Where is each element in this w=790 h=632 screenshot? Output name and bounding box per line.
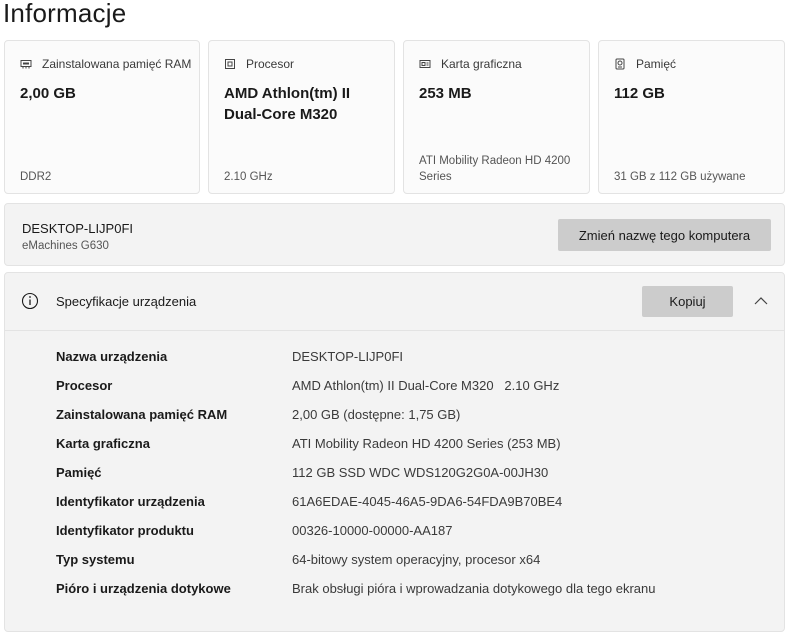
ram-card-sub: DDR2 — [20, 169, 187, 185]
graphics-card-icon — [419, 58, 431, 70]
processor-card: Procesor AMD Athlon(tm) II Dual-Core M32… — [208, 40, 395, 194]
ram-card-label: Zainstalowana pamięć RAM — [42, 57, 191, 71]
spec-value: Brak obsługi pióra i wprowadzania dotyko… — [292, 581, 656, 596]
spec-value: ATI Mobility Radeon HD 4200 Series (253 … — [292, 436, 561, 451]
processor-card-value: AMD Athlon(tm) II Dual-Core M320 — [224, 83, 382, 125]
computer-name: DESKTOP-LIJP0FI — [22, 221, 133, 236]
storage-card-header: Pamięć — [614, 57, 676, 71]
spec-row-graphics: Karta graficzna ATI Mobility Radeon HD 4… — [56, 436, 784, 465]
spec-label: Procesor — [56, 378, 292, 393]
spec-row-system-type: Typ systemu 64-bitowy system operacyjny,… — [56, 552, 784, 581]
ram-card-header: Zainstalowana pamięć RAM — [20, 57, 191, 71]
spec-value: 00326-10000-00000-AA187 — [292, 523, 452, 538]
processor-icon — [224, 58, 236, 70]
graphics-card-header: Karta graficzna — [419, 57, 522, 71]
specs-title: Specyfikacje urządzenia — [56, 294, 196, 309]
spec-label: Identyfikator urządzenia — [56, 494, 292, 509]
specs-header[interactable]: Specyfikacje urządzenia Kopiuj — [5, 273, 784, 331]
storage-icon — [614, 58, 626, 70]
device-specifications-panel: Specyfikacje urządzenia Kopiuj Nazwa urz… — [4, 272, 785, 632]
spec-row-storage: Pamięć 112 GB SSD WDC WDS120G2G0A-00JH30 — [56, 465, 784, 494]
spec-label: Karta graficzna — [56, 436, 292, 451]
processor-card-label: Procesor — [246, 57, 294, 71]
graphics-card-label: Karta graficzna — [441, 57, 522, 71]
spec-rows: Nazwa urządzenia DESKTOP-LIJP0FI Proceso… — [56, 349, 784, 610]
graphics-card-value: 253 MB — [419, 83, 577, 104]
spec-label: Typ systemu — [56, 552, 292, 567]
spec-value: 61A6EDAE-4045-46A5-9DA6-54FDA9B70BE4 — [292, 494, 562, 509]
processor-card-sub: 2.10 GHz — [224, 169, 382, 185]
processor-card-header: Procesor — [224, 57, 294, 71]
spec-row-ram: Zainstalowana pamięć RAM 2,00 GB (dostęp… — [56, 407, 784, 436]
graphics-card: Karta graficzna 253 MB ATI Mobility Rade… — [403, 40, 590, 194]
spec-row-product-id: Identyfikator produktu 00326-10000-00000… — [56, 523, 784, 552]
spec-label: Nazwa urządzenia — [56, 349, 292, 364]
memory-icon — [20, 58, 32, 70]
copy-button[interactable]: Kopiuj — [642, 286, 733, 317]
spec-value: 2,00 GB (dostępne: 1,75 GB) — [292, 407, 460, 422]
storage-card-label: Pamięć — [636, 57, 676, 71]
ram-card: Zainstalowana pamięć RAM 2,00 GB DDR2 — [4, 40, 200, 194]
computer-name-panel: DESKTOP-LIJP0FI eMachines G630 Zmień naz… — [4, 203, 785, 266]
storage-card-value: 112 GB — [614, 83, 772, 104]
ram-card-value: 2,00 GB — [20, 83, 187, 104]
spec-row-pen-touch: Pióro i urządzenia dotykowe Brak obsługi… — [56, 581, 784, 610]
spec-row-device-name: Nazwa urządzenia DESKTOP-LIJP0FI — [56, 349, 784, 378]
spec-value: 64-bitowy system operacyjny, procesor x6… — [292, 552, 540, 567]
spec-row-processor: Procesor AMD Athlon(tm) II Dual-Core M32… — [56, 378, 784, 407]
info-icon — [21, 292, 39, 310]
spec-value: AMD Athlon(tm) II Dual-Core M320 2.10 GH… — [292, 378, 559, 393]
chevron-up-icon[interactable] — [753, 293, 769, 309]
spec-row-device-id: Identyfikator urządzenia 61A6EDAE-4045-4… — [56, 494, 784, 523]
spec-label: Pamięć — [56, 465, 292, 480]
spec-value: DESKTOP-LIJP0FI — [292, 349, 403, 364]
spec-label: Zainstalowana pamięć RAM — [56, 407, 292, 422]
rename-computer-button[interactable]: Zmień nazwę tego komputera — [558, 219, 771, 251]
page-title: Informacje — [3, 0, 126, 29]
spec-value: 112 GB SSD WDC WDS120G2G0A-00JH30 — [292, 465, 548, 480]
computer-model: eMachines G630 — [22, 240, 109, 252]
spec-label: Pióro i urządzenia dotykowe — [56, 581, 292, 596]
spec-label: Identyfikator produktu — [56, 523, 292, 538]
graphics-card-sub: ATI Mobility Radeon HD 4200 Series — [419, 153, 577, 185]
storage-card: Pamięć 112 GB 31 GB z 112 GB używane — [598, 40, 785, 194]
storage-card-sub: 31 GB z 112 GB używane — [614, 169, 772, 185]
